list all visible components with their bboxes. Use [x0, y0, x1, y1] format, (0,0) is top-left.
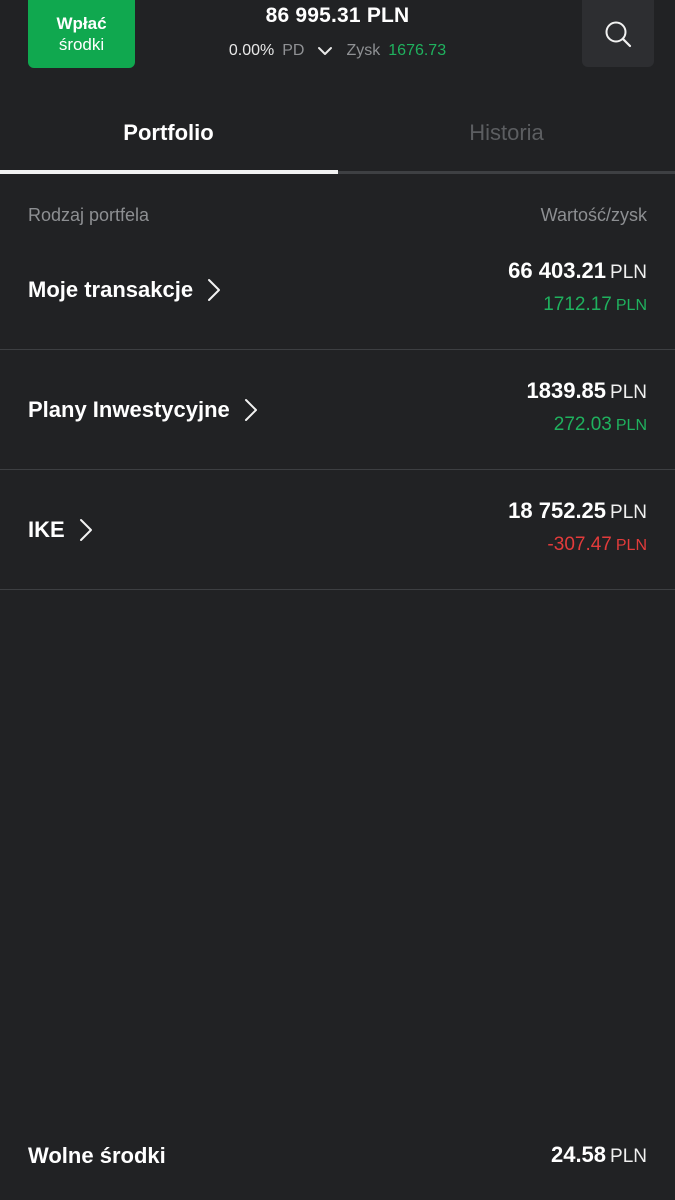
- free-funds-amount: 24.58: [550, 1142, 607, 1167]
- wallet-value-amount: 1839.85: [526, 378, 607, 403]
- wallet-value: 18 752.25 PLN: [508, 498, 647, 524]
- column-header-wallet-type: Rodzaj portfela: [28, 205, 150, 225]
- wallet-profit-currency: PLN: [615, 537, 647, 554]
- list-header: Rodzaj portfela Wartość/zysk: [28, 205, 647, 226]
- wallet-profit: 1712.17 PLN: [543, 294, 647, 316]
- wallet-row-moje-transakcje[interactable]: Moje transakcje 66 403.21 PLN 1712.17 PLN: [0, 230, 675, 350]
- free-funds-bar: Wolne środki 24.58 PLN: [0, 1115, 675, 1200]
- free-funds-value: 24.58 PLN: [551, 1142, 647, 1168]
- wallet-value: 66 403.21 PLN: [508, 258, 647, 284]
- tab-portfolio[interactable]: Portfolio: [0, 95, 337, 171]
- wallet-profit-amount: 1712.17: [543, 294, 612, 315]
- wallet-value-currency: PLN: [610, 382, 647, 403]
- wallet-profit: -307.47 PLN: [547, 534, 647, 556]
- wallet-profit-currency: PLN: [615, 297, 647, 314]
- tab-historia[interactable]: Historia: [338, 95, 675, 171]
- chevron-down-icon[interactable]: [316, 42, 334, 60]
- deposit-button[interactable]: Wpłać środki: [28, 0, 135, 68]
- wallet-name-label: IKE: [28, 517, 65, 542]
- wallet-value: 1839.85 PLN: [527, 378, 648, 404]
- wallet-name-label: Moje transakcje: [28, 277, 194, 302]
- portfolio-screen: Wpłać środki 86 995.31 PLN 0.00% PD Zysk…: [0, 0, 675, 1200]
- tab-divider: [338, 171, 675, 174]
- change-percent: 0.00%: [228, 42, 275, 59]
- free-funds-label: Wolne środki: [28, 1143, 166, 1168]
- wallet-profit-amount: 272.03: [553, 414, 612, 435]
- wallet-profit-currency: PLN: [615, 417, 647, 434]
- chevron-right-icon: [79, 519, 92, 541]
- profit-value: 1676.73: [388, 42, 447, 59]
- wallet-value-currency: PLN: [610, 262, 647, 283]
- wallet-profit: 272.03 PLN: [554, 414, 647, 436]
- deposit-button-label-line1: Wpłać: [56, 14, 107, 33]
- search-button[interactable]: [582, 0, 654, 67]
- period-label: PD: [282, 42, 305, 59]
- free-funds-currency: PLN: [610, 1146, 647, 1167]
- total-portfolio-value: 86 995.31 PLN: [265, 4, 410, 27]
- tab-bar: Portfolio Historia: [0, 95, 675, 175]
- wallet-name: IKE: [28, 470, 93, 590]
- deposit-button-label-line2: środki: [58, 35, 105, 54]
- active-tab-indicator: [0, 170, 338, 174]
- wallet-value-currency: PLN: [610, 502, 647, 523]
- wallet-row-ike[interactable]: IKE 18 752.25 PLN -307.47 PLN: [0, 470, 675, 590]
- top-bar: Wpłać środki 86 995.31 PLN 0.00% PD Zysk…: [0, 0, 675, 90]
- wallet-name: Plany Inwestycyjne: [28, 350, 258, 470]
- wallet-name-label: Plany Inwestycyjne: [28, 397, 230, 422]
- period-summary[interactable]: 0.00% PD Zysk 1676.73: [170, 42, 505, 60]
- wallet-value-amount: 66 403.21: [508, 258, 607, 283]
- search-icon: [605, 21, 632, 47]
- profit-label: Zysk: [346, 42, 381, 59]
- column-header-value-profit: Wartość/zysk: [540, 205, 647, 225]
- wallet-row-plany-inwestycyjne[interactable]: Plany Inwestycyjne 1839.85 PLN 272.03 PLN: [0, 350, 675, 470]
- wallet-name: Moje transakcje: [28, 230, 221, 350]
- chevron-right-icon: [208, 279, 221, 301]
- chevron-right-icon: [244, 399, 257, 421]
- wallet-value-amount: 18 752.25: [508, 498, 607, 523]
- wallet-profit-amount: -307.47: [547, 534, 612, 555]
